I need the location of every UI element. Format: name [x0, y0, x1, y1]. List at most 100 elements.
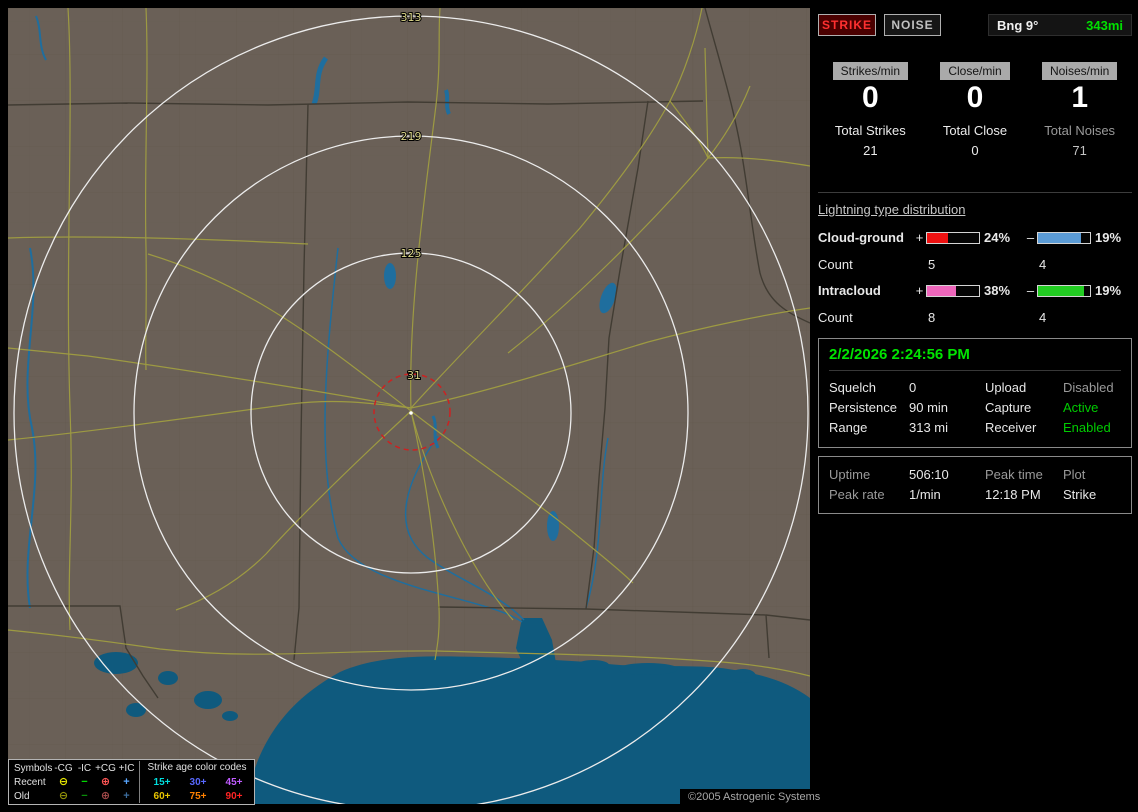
minus-sign: – — [1026, 230, 1035, 245]
datetime: 2/2/2026 2:24:56 PM — [829, 346, 1121, 371]
cg-plus-bar-fill — [927, 232, 948, 243]
map-legend: Symbols -CG -IC +CG +IC Strike age color… — [8, 759, 255, 805]
noises-per-min-chip: Noises/min — [1041, 62, 1118, 80]
intracloud-label: Intracloud — [818, 283, 881, 298]
legend-recent-row: Recent ⊖ − ⊕ + 15+ 30+ 45+ — [9, 775, 254, 789]
cloud-ground-label: Cloud-ground — [818, 230, 904, 245]
total-strikes-label: Total Strikes — [834, 123, 906, 138]
legend-old-label: Old — [14, 790, 30, 802]
legend-age-title: Strike age color codes — [139, 761, 254, 775]
range-ring-label: 31 — [407, 369, 421, 382]
legend-age-row-2: 60+ 75+ 90+ — [139, 789, 254, 803]
legend-col-neg-cg: -CG — [54, 762, 73, 774]
cg-minus-bar-fill — [1038, 232, 1081, 243]
close-column: Close/min 0 Total Close 0 — [923, 62, 1028, 158]
strikes-per-min-chip: Strikes/min — [832, 62, 908, 80]
lightning-distribution-section: Lightning type distribution Cloud-ground… — [818, 192, 1132, 331]
strike-button[interactable]: STRIKE — [818, 14, 876, 36]
strikes-per-min-value: 0 — [861, 81, 879, 114]
bearing-label: Bng 9° — [997, 17, 1039, 33]
capture-status: Active — [1063, 400, 1099, 415]
age-15: 15+ — [153, 776, 171, 788]
persistence-label: Persistence — [829, 400, 897, 415]
peak-time-label: Peak time — [985, 467, 1043, 482]
age-75: 75+ — [189, 790, 207, 802]
receiver-status: Enabled — [1063, 420, 1111, 435]
peak-time-value: 12:18 PM — [985, 487, 1041, 502]
neg-ic-recent-icon: − — [81, 776, 88, 788]
ic-minus-count: 4 — [1039, 309, 1047, 325]
total-strikes-value: 21 — [863, 143, 878, 158]
total-close-label: Total Close — [942, 123, 1008, 138]
stats-section: Strikes/min 0 Total Strikes 21 Close/min… — [818, 62, 1132, 158]
uptime-value: 506:10 — [909, 467, 949, 482]
legend-age-row-1: 15+ 30+ 45+ — [139, 775, 254, 789]
cg-minus-bar — [1037, 231, 1091, 244]
plus-sign: + — [915, 283, 924, 298]
age-30: 30+ — [189, 776, 207, 788]
ic-minus-bar — [1037, 284, 1091, 297]
receiver-location-marker — [409, 411, 413, 415]
legend-old-row: Old ⊖ − ⊕ + 60+ 75+ 90+ — [9, 789, 254, 803]
persistence-value: 90 min — [909, 400, 949, 415]
ic-plus-bar — [926, 284, 980, 297]
upload-status: Disabled — [1063, 380, 1114, 395]
status-row-persistence: Persistence 90 min Capture Active — [829, 398, 1121, 418]
count-label: Count — [818, 309, 853, 325]
plot-value: Strike — [1063, 487, 1097, 502]
age-45: 45+ — [225, 776, 243, 788]
ic-plus-count: 8 — [928, 309, 936, 325]
info-box: Uptime 506:10 Peak time Plot Peak rate 1… — [818, 456, 1132, 514]
range-label: Range — [829, 420, 868, 435]
age-90: 90+ — [225, 790, 243, 802]
total-noises-label: Total Noises — [1044, 123, 1116, 138]
cg-minus-count: 4 — [1039, 256, 1047, 272]
cg-plus-count: 5 — [928, 256, 936, 272]
ic-plus-bar-fill — [927, 285, 956, 296]
intracloud-row: Intracloud + 38% – 19% — [818, 278, 1132, 303]
neg-cg-recent-icon: ⊖ — [58, 776, 69, 788]
distribution-title: Lightning type distribution — [818, 202, 966, 217]
uptime-label: Uptime — [829, 467, 871, 482]
copyright: ©2005 Astrogenic Systems — [680, 789, 829, 805]
info-row-uptime: Uptime 506:10 Peak time Plot — [829, 465, 1121, 485]
bearing-range: 343mi — [1086, 17, 1123, 33]
count-label: Count — [818, 256, 853, 272]
lightning-map[interactable]: 313 219 125 31 — [8, 8, 810, 804]
neg-ic-old-icon: − — [81, 790, 88, 802]
pos-ic-old-icon: + — [123, 790, 130, 802]
legend-col-neg-ic: -IC — [77, 762, 92, 774]
capture-label: Capture — [985, 400, 1032, 415]
range-ring-label: 313 — [401, 11, 422, 24]
legend-col-pos-ic: +IC — [118, 762, 135, 774]
ic-minus-bar-fill — [1038, 285, 1084, 296]
legend-header-row: Symbols -CG -IC +CG +IC Strike age color… — [9, 761, 254, 775]
status-row-squelch: Squelch 0 Upload Disabled — [829, 378, 1121, 398]
total-close-value: 0 — [971, 143, 979, 158]
peak-rate-label: Peak rate — [829, 487, 885, 502]
pos-ic-recent-icon: + — [123, 776, 130, 788]
minus-sign: – — [1026, 283, 1035, 298]
plot-label: Plot — [1063, 467, 1086, 482]
ic-plus-pct: 38% — [984, 283, 1011, 298]
cloud-ground-row: Cloud-ground + 24% – 19% — [818, 225, 1132, 250]
legend-recent-label: Recent — [14, 776, 46, 788]
close-per-min-value: 0 — [966, 81, 984, 114]
cg-plus-bar — [926, 231, 980, 244]
range-value: 313 mi — [909, 420, 949, 435]
receiver-label: Receiver — [985, 420, 1037, 435]
noise-button[interactable]: NOISE — [884, 14, 941, 36]
intracloud-count-row: Count 8 4 — [818, 303, 1132, 331]
upload-label: Upload — [985, 380, 1027, 395]
total-noises-value: 71 — [1072, 143, 1087, 158]
strikes-column: Strikes/min 0 Total Strikes 21 — [818, 62, 923, 158]
squelch-label: Squelch — [829, 380, 876, 395]
pos-cg-recent-icon: ⊕ — [100, 776, 111, 788]
pos-cg-old-icon: ⊕ — [100, 790, 111, 802]
legend-col-pos-cg: +CG — [95, 762, 116, 774]
plus-sign: + — [915, 230, 924, 245]
status-box: 2/2/2026 2:24:56 PM Squelch 0 Upload Dis… — [818, 338, 1132, 448]
cg-plus-pct: 24% — [984, 230, 1011, 245]
neg-cg-old-icon: ⊖ — [58, 790, 69, 802]
age-60: 60+ — [153, 790, 171, 802]
